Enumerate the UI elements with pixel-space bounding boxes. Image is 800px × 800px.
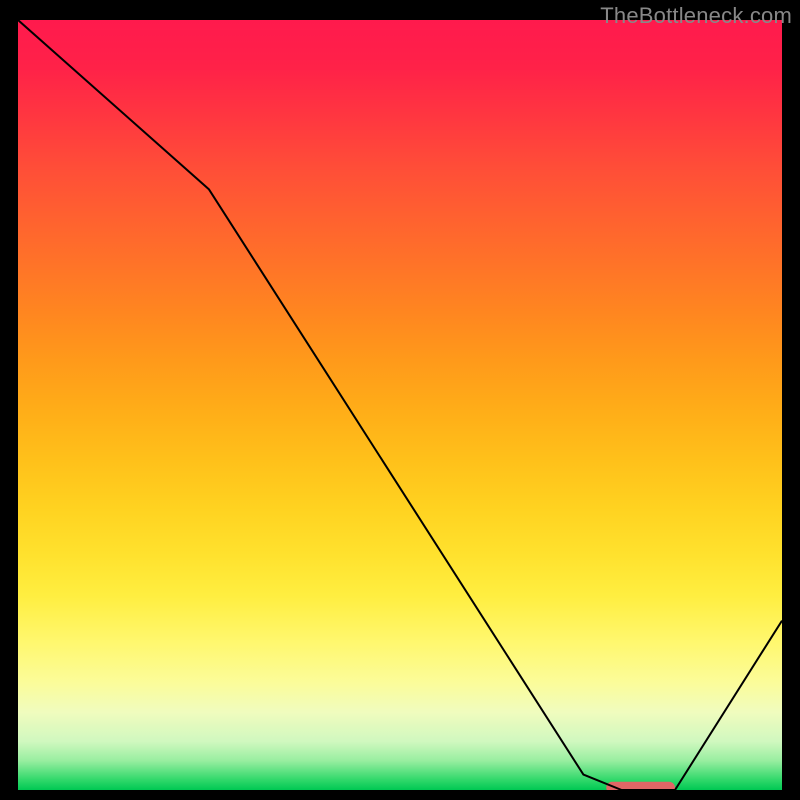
watermark-text: TheBottleneck.com (600, 3, 792, 29)
chart-container: TheBottleneck.com (0, 0, 800, 800)
bottleneck-chart (18, 20, 782, 790)
gradient-background (18, 20, 782, 790)
